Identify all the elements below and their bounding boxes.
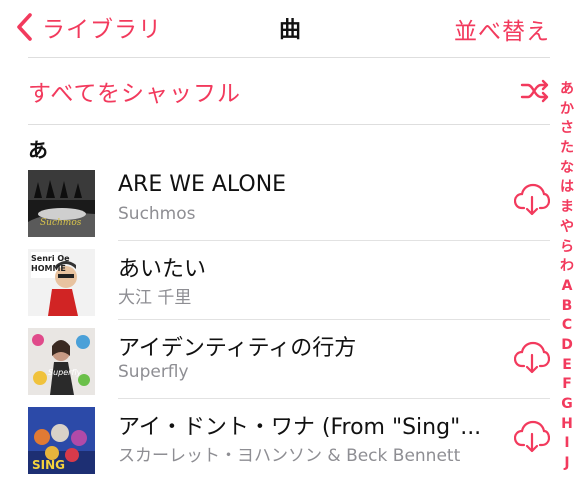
song-title: あいたい: [118, 257, 207, 282]
album-art-label: Superfly: [48, 368, 82, 377]
shuffle-all-button[interactable]: すべてをシャッフル: [28, 58, 550, 124]
song-row[interactable]: Senri Oe HOMME あいたい 大江 千里: [28, 241, 550, 320]
index-letter[interactable]: あ: [556, 80, 578, 100]
index-letter[interactable]: D: [556, 336, 578, 356]
index-letter[interactable]: ま: [556, 198, 578, 218]
index-letter[interactable]: さ: [556, 119, 578, 139]
navigation-bar: ライブラリ 曲 並べ替え: [0, 0, 580, 56]
index-letter[interactable]: わ: [556, 257, 578, 277]
song-row[interactable]: SING アイ・ドント・ワナ (From "Sing"... スカーレット・ヨハ…: [28, 399, 550, 478]
album-art-label: HOMME: [31, 264, 66, 273]
album-art-label: SING: [32, 458, 65, 472]
song-artist: スカーレット・ヨハンソン & Beck Bennett: [118, 446, 461, 466]
index-letter[interactable]: G: [556, 395, 578, 415]
album-art: Senri Oe HOMME: [28, 249, 95, 316]
shuffle-icon: [520, 79, 549, 103]
index-letter[interactable]: た: [556, 139, 578, 159]
index-letter[interactable]: C: [556, 316, 578, 336]
album-art: SING: [28, 407, 95, 474]
album-art: Superfly: [28, 328, 95, 395]
index-letter[interactable]: や: [556, 218, 578, 238]
index-letter[interactable]: J: [556, 454, 578, 474]
cloud-download-icon[interactable]: [514, 183, 550, 217]
song-artist: Suchmos: [118, 204, 196, 224]
index-letter[interactable]: な: [556, 159, 578, 179]
index-letter[interactable]: A: [556, 277, 578, 297]
song-row[interactable]: Superfly アイデンティティの行方 Superfly: [28, 320, 550, 399]
index-letter[interactable]: H: [556, 415, 578, 435]
song-title: アイ・ドント・ワナ (From "Sing"...: [118, 415, 482, 440]
index-letter[interactable]: E: [556, 356, 578, 376]
song-artist: 大江 千里: [118, 288, 192, 308]
section-index[interactable]: あ か さ た な は ま や ら わ A B C D E F G H I J: [556, 80, 578, 474]
song-title: ARE WE ALONE: [118, 172, 287, 197]
index-letter[interactable]: は: [556, 178, 578, 198]
index-letter[interactable]: B: [556, 297, 578, 317]
index-letter[interactable]: か: [556, 100, 578, 120]
section-header: あ: [28, 138, 48, 162]
album-art-label: Suchmos: [40, 218, 82, 228]
sort-button[interactable]: 並べ替え: [454, 12, 550, 46]
shuffle-all-label: すべてをシャッフル: [28, 81, 242, 107]
song-title: アイデンティティの行方: [118, 336, 357, 361]
song-artist: Superfly: [118, 362, 189, 382]
divider: [28, 124, 550, 125]
cloud-download-icon[interactable]: [514, 420, 550, 454]
index-letter[interactable]: ら: [556, 238, 578, 258]
index-letter[interactable]: I: [556, 434, 578, 454]
index-letter[interactable]: F: [556, 375, 578, 395]
album-art: Suchmos: [28, 170, 95, 237]
song-row[interactable]: Suchmos ARE WE ALONE Suchmos: [28, 162, 550, 241]
cloud-download-icon[interactable]: [514, 341, 550, 375]
album-art-label: Senri Oe: [31, 254, 70, 263]
